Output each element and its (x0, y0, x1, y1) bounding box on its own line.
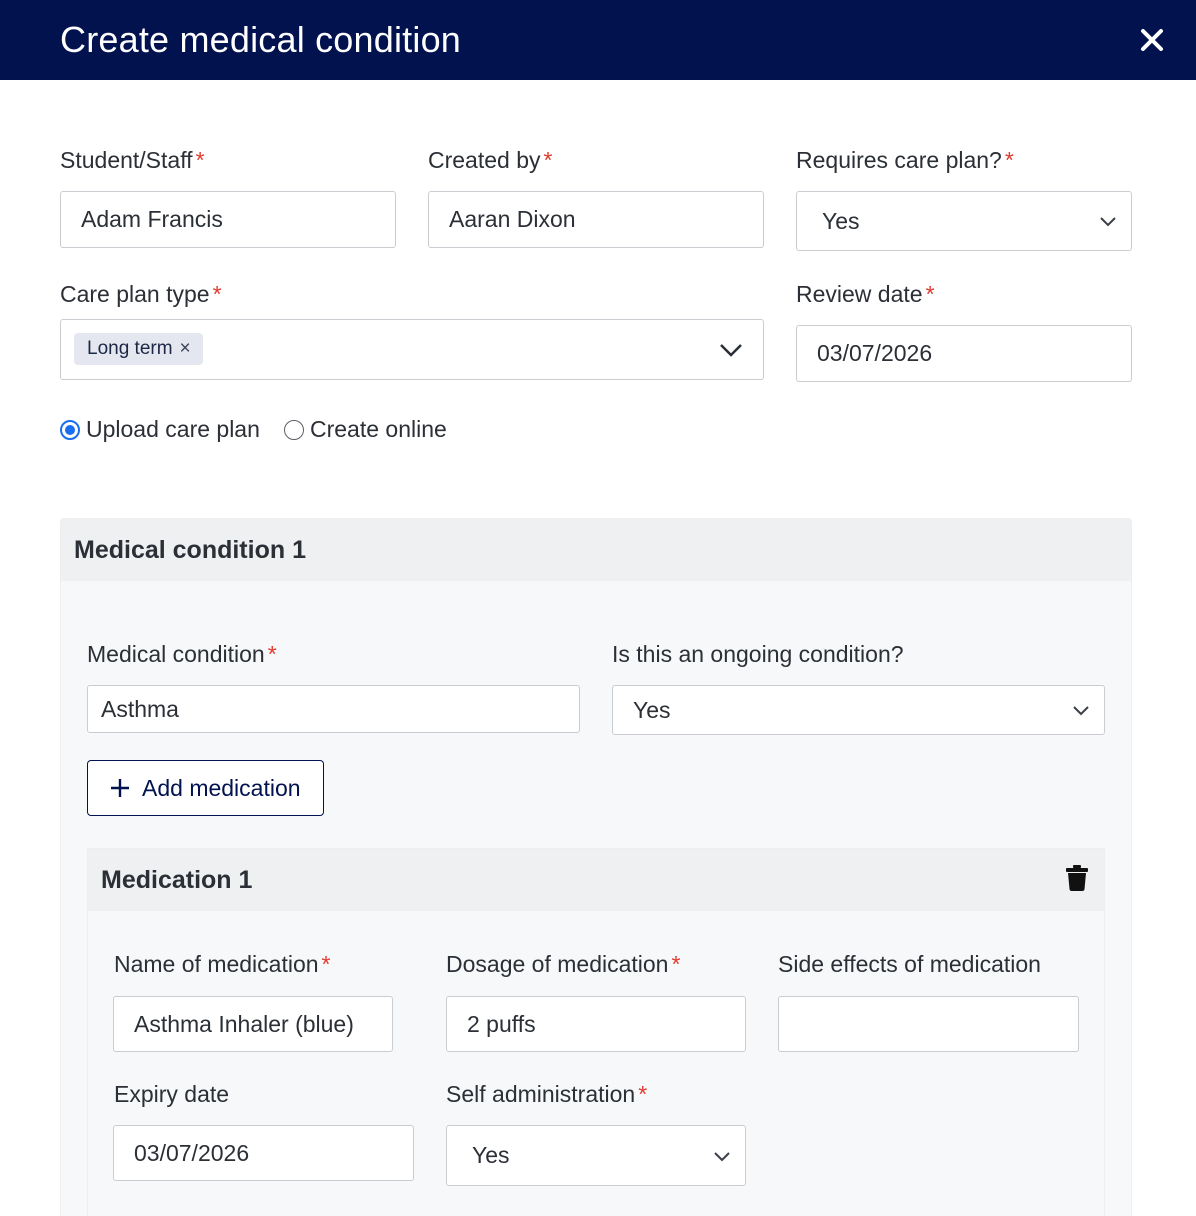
review-date-field[interactable]: 03/07/2026 (796, 325, 1132, 382)
expiry-date-label: Expiry date (114, 1081, 230, 1107)
chevron-down-icon (1073, 706, 1089, 716)
tag-remove-icon[interactable]: × (180, 338, 191, 360)
required-marker: * (321, 951, 331, 977)
medication-title: Medication 1 (101, 866, 253, 894)
side-effects-field[interactable] (778, 996, 1079, 1052)
required-marker: * (212, 281, 222, 307)
radio-checked-icon[interactable] (60, 419, 80, 440)
chevron-down-icon (1100, 217, 1116, 227)
student-staff-field[interactable]: Adam Francis (60, 191, 396, 248)
expiry-date-field[interactable]: 03/07/2026 (113, 1125, 414, 1181)
self-administration-label: Self administration * (446, 1081, 648, 1107)
radio-unchecked-icon[interactable] (284, 419, 304, 440)
radio-upload-care-plan[interactable]: Upload care plan (60, 416, 260, 443)
close-icon[interactable] (1136, 24, 1168, 56)
medication-dosage-field[interactable]: 2 puffs (446, 996, 746, 1052)
required-marker: * (267, 641, 277, 667)
required-marker: * (195, 147, 205, 173)
ongoing-condition-label: Is this an ongoing condition? (612, 641, 904, 667)
dialog-title: Create medical condition (60, 19, 462, 60)
medical-condition-label: Medical condition * (87, 641, 277, 667)
radio-create-online[interactable]: Create online (284, 416, 447, 443)
required-marker: * (638, 1081, 648, 1107)
care-plan-type-multiselect[interactable]: Long term × (60, 319, 764, 380)
chevron-down-icon (714, 1151, 730, 1161)
medication-name-label: Name of medication * (114, 951, 331, 977)
required-marker: * (543, 147, 553, 173)
medication-header: Medication 1 (88, 849, 1104, 911)
trash-icon[interactable] (1066, 865, 1088, 891)
care-plan-type-label: Care plan type * (60, 281, 222, 307)
medical-condition-field[interactable]: Asthma (87, 685, 580, 733)
created-by-field[interactable]: Aaran Dixon (428, 191, 764, 248)
medical-condition-title: Medical condition 1 (74, 536, 306, 564)
requires-care-plan-label: Requires care plan? * (796, 147, 1014, 173)
review-date-label: Review date * (796, 281, 935, 307)
side-effects-label: Side effects of medication (778, 951, 1041, 977)
required-marker: * (671, 951, 681, 977)
medication-dosage-label: Dosage of medication * (446, 951, 681, 977)
care-plan-type-tag: Long term × (74, 333, 203, 365)
created-by-label: Created by * (428, 147, 553, 173)
required-marker: * (925, 281, 935, 307)
required-marker: * (1004, 147, 1014, 173)
medical-condition-header: Medical condition 1 (61, 519, 1131, 581)
chevron-down-icon[interactable] (719, 342, 743, 358)
requires-care-plan-select[interactable]: Yes (796, 191, 1132, 251)
student-staff-label: Student/Staff * (60, 147, 205, 173)
add-medication-button[interactable]: Add medication (87, 760, 324, 816)
dialog-header: Create medical condition (0, 0, 1196, 80)
ongoing-condition-select[interactable]: Yes (612, 685, 1105, 735)
self-administration-select[interactable]: Yes (446, 1125, 746, 1186)
medication-name-field[interactable]: Asthma Inhaler (blue) (113, 996, 393, 1052)
plus-icon (111, 779, 129, 797)
